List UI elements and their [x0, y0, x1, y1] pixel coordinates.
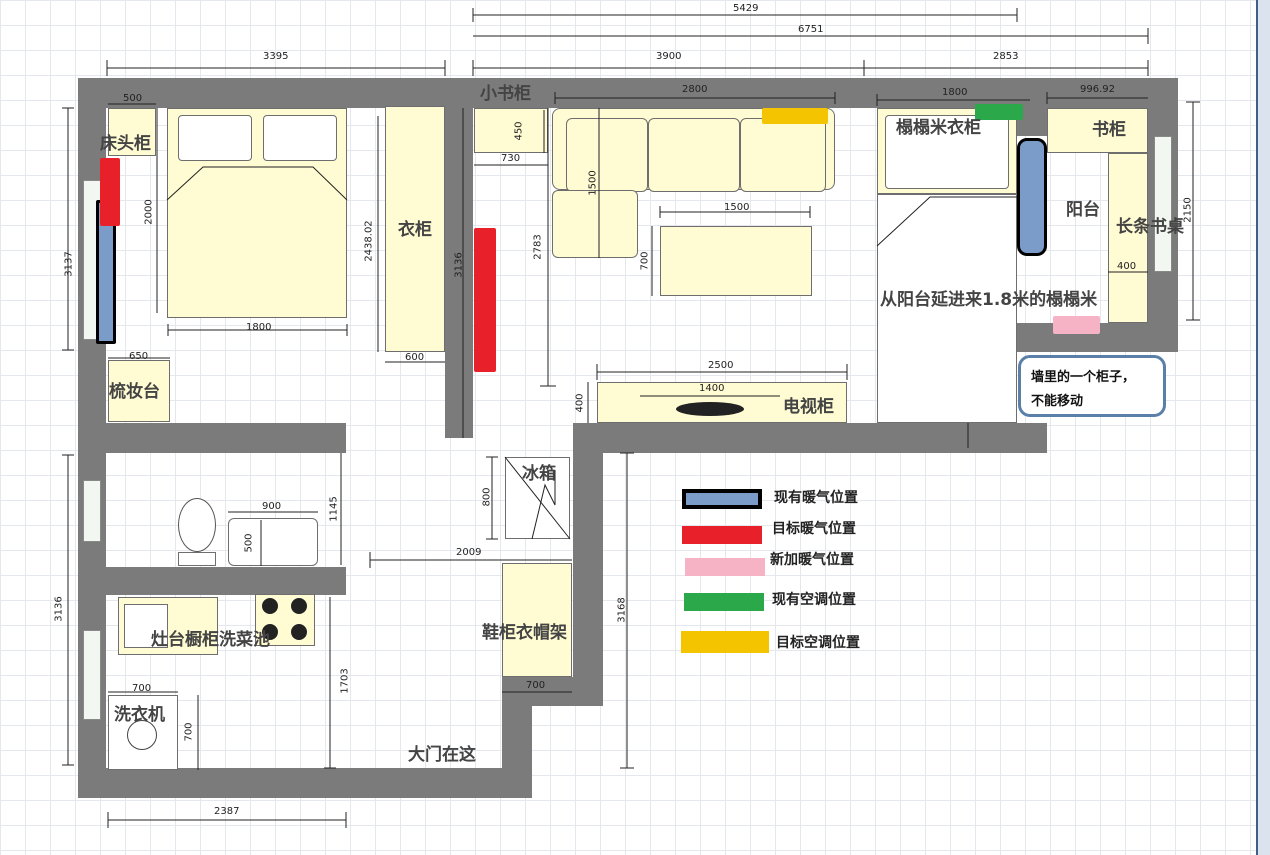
- label-tv-cabinet: 电视柜: [783, 397, 834, 417]
- dim-3168: 3168: [616, 597, 628, 623]
- legend-label-target-heater: 目标暖气位置: [772, 521, 856, 537]
- legend-label-existing-ac: 现有空调位置: [772, 592, 856, 608]
- dim-2000: 2000: [143, 199, 155, 225]
- label-long-desk: 长条书桌: [1116, 217, 1184, 237]
- dim-900: 900: [262, 501, 282, 512]
- dim-3136-left: 3136: [53, 596, 65, 622]
- note-callout: 墙里的一个柜子， 不能移动: [1018, 355, 1166, 417]
- dim-3137: 3137: [63, 251, 75, 277]
- label-kitchen-counter: 灶台橱柜洗菜池: [151, 630, 270, 650]
- dim-1500-table: 1500: [724, 202, 750, 213]
- label-wardrobe: 衣柜: [398, 220, 432, 240]
- dim-500-bedside: 500: [123, 93, 143, 104]
- dim-1800-bed: 1800: [246, 322, 272, 333]
- dim-2800: 2800: [682, 84, 708, 95]
- dim-3136-wall: 3136: [453, 252, 465, 278]
- dim-700-shoe: 700: [526, 680, 546, 691]
- label-bedside-cabinet: 床头柜: [100, 134, 151, 154]
- target-heater-bedroom: [100, 158, 120, 226]
- label-main-door: 大门在这: [408, 745, 476, 765]
- dim-1703: 1703: [339, 668, 351, 694]
- legend-swatch-existing-heater: [682, 489, 762, 509]
- dim-650: 650: [129, 351, 149, 362]
- dim-1400: 1400: [699, 383, 725, 394]
- dim-700-washer-w: 700: [132, 683, 152, 694]
- dim-2853: 2853: [993, 51, 1019, 62]
- dim-600: 600: [405, 352, 425, 363]
- dim-1500-sofa: 1500: [587, 170, 599, 196]
- label-vanity: 梳妆台: [109, 382, 160, 402]
- dim-2150: 2150: [1182, 197, 1194, 223]
- new-heater-balcony: [1053, 316, 1100, 334]
- target-heater-hall: [474, 228, 496, 372]
- dim-2500: 2500: [708, 360, 734, 371]
- dim-2009: 2009: [456, 547, 482, 558]
- dim-2783: 2783: [532, 234, 544, 260]
- dim-1145: 1145: [328, 496, 340, 522]
- dim-700-washer-h: 700: [183, 722, 195, 742]
- existing-heater-balcony: [1017, 138, 1047, 256]
- label-shoe-cabinet: 鞋柜衣帽架: [482, 623, 567, 643]
- existing-ac-tatami: [975, 104, 1023, 120]
- dim-2387: 2387: [214, 806, 240, 817]
- dim-2438: 2438.02: [363, 220, 375, 262]
- label-balcony: 阳台: [1066, 200, 1100, 220]
- dim-3395: 3395: [263, 51, 289, 62]
- floor-plan-canvas: 床头柜 衣柜 梳妆台 小书柜 榻榻米衣柜 阳台 书柜 长条书桌 从阳台延进来1.…: [0, 0, 1270, 855]
- legend-swatch-new-heater: [685, 558, 765, 576]
- dim-400-desk: 400: [1117, 261, 1137, 272]
- dim-450: 450: [513, 121, 525, 141]
- legend-label-new-heater: 新加暖气位置: [770, 552, 854, 568]
- dim-3900: 3900: [656, 51, 682, 62]
- target-ac-living: [762, 108, 828, 124]
- note-line-1: 墙里的一个柜子，: [1031, 370, 1136, 385]
- label-tatami-extension: 从阳台延进来1.8米的榻榻米: [880, 290, 1098, 310]
- legend-label-existing-heater: 现有暖气位置: [774, 490, 858, 506]
- dim-400-tv: 400: [574, 393, 586, 413]
- dim-5429: 5429: [733, 3, 759, 14]
- dim-500-sink: 500: [243, 533, 255, 553]
- label-fridge: 冰箱: [522, 464, 556, 484]
- dim-800-fridge: 800: [481, 487, 493, 507]
- dim-730: 730: [501, 153, 521, 164]
- label-washer: 洗衣机: [114, 705, 165, 725]
- legend-label-target-ac: 目标空调位置: [776, 635, 860, 651]
- label-bookcase: 书柜: [1092, 120, 1126, 140]
- legend-swatch-target-ac: [681, 631, 769, 653]
- legend-swatch-existing-ac: [684, 593, 764, 611]
- note-line-2: 不能移动: [1031, 394, 1084, 409]
- window-right-scroll-edge: [1256, 0, 1270, 855]
- dim-996: 996.92: [1080, 84, 1115, 95]
- label-small-bookcase: 小书柜: [480, 84, 531, 104]
- dim-700-table: 700: [639, 251, 651, 271]
- dim-1800-tatami: 1800: [942, 87, 968, 98]
- label-tatami-wardrobe: 榻榻米衣柜: [896, 118, 981, 138]
- dim-6751: 6751: [798, 24, 824, 35]
- legend-swatch-target-heater: [682, 526, 762, 544]
